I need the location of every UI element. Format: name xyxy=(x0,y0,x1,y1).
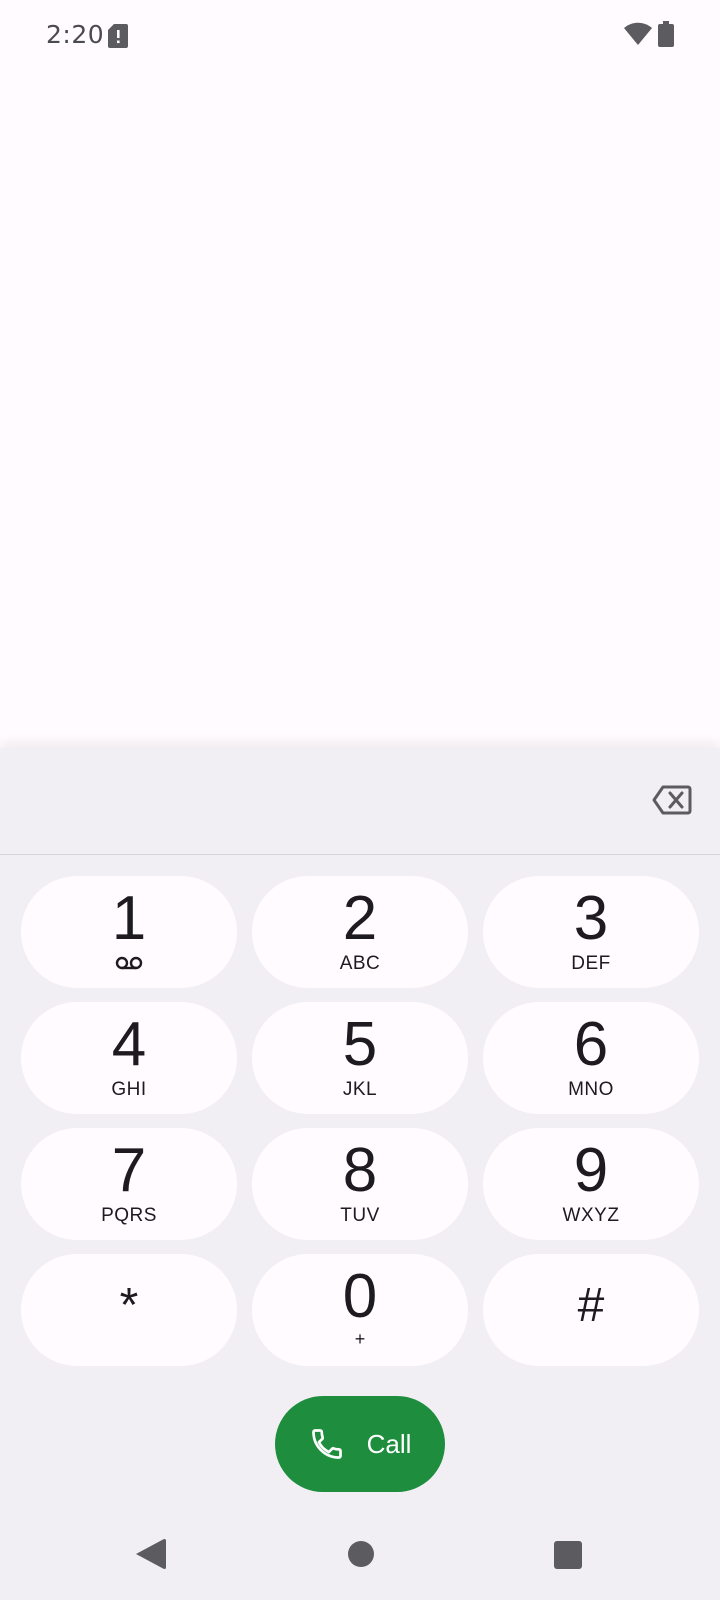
call-button[interactable]: Call xyxy=(275,1396,445,1492)
key-digit: 8 xyxy=(342,1136,378,1205)
backspace-button[interactable] xyxy=(644,772,700,828)
back-icon[interactable] xyxy=(136,1538,166,1570)
key-7[interactable]: 7 PQRS xyxy=(21,1128,237,1240)
key-letters: MNO xyxy=(568,1079,614,1100)
key-letters: GHI xyxy=(111,1079,147,1100)
key-digit: 0 xyxy=(342,1262,378,1331)
number-display xyxy=(0,748,720,855)
key-9[interactable]: 9 WXYZ xyxy=(483,1128,699,1240)
key-digit: 7 xyxy=(111,1136,147,1205)
status-bar: 2:20 xyxy=(0,0,720,72)
sim-alert-icon xyxy=(108,24,128,48)
home-icon[interactable] xyxy=(348,1541,374,1567)
key-digit: 1 xyxy=(111,884,147,953)
key-8[interactable]: 8 TUV xyxy=(252,1128,468,1240)
phone-number-input[interactable] xyxy=(40,768,624,834)
key-star[interactable]: * xyxy=(21,1254,237,1366)
key-letters: PQRS xyxy=(101,1205,157,1226)
key-4[interactable]: 4 GHI xyxy=(21,1002,237,1114)
dialpad-keys: 1 2 ABC 3 DEF 4 GHI 5 JKL 6 MNO 7 PQRS 8… xyxy=(21,876,699,1366)
battery-icon xyxy=(658,21,674,47)
key-digit: 6 xyxy=(573,1010,609,1079)
key-letters: + xyxy=(354,1329,366,1349)
key-digit: 3 xyxy=(573,884,609,953)
key-letters: WXYZ xyxy=(562,1205,620,1226)
navigation-bar xyxy=(0,1512,720,1600)
key-letters: JKL xyxy=(342,1079,378,1100)
key-digit: # xyxy=(577,1279,605,1332)
key-0[interactable]: 0 + xyxy=(252,1254,468,1366)
key-digit: * xyxy=(119,1279,139,1332)
key-letters: DEF xyxy=(571,953,611,974)
status-time: 2:20 xyxy=(46,20,105,49)
key-hash[interactable]: # xyxy=(483,1254,699,1366)
key-digit: 4 xyxy=(111,1010,147,1079)
recents-icon[interactable] xyxy=(554,1541,582,1569)
key-digit: 5 xyxy=(342,1010,378,1079)
key-digit: 2 xyxy=(342,884,378,953)
key-5[interactable]: 5 JKL xyxy=(252,1002,468,1114)
call-history-area xyxy=(0,72,720,748)
call-label: Call xyxy=(366,1428,412,1459)
key-6[interactable]: 6 MNO xyxy=(483,1002,699,1114)
backspace-icon xyxy=(652,785,692,815)
voicemail-icon xyxy=(115,956,143,970)
key-letters: TUV xyxy=(340,1205,380,1226)
phone-icon xyxy=(311,1429,342,1459)
key-1[interactable]: 1 xyxy=(21,876,237,988)
key-2[interactable]: 2 ABC xyxy=(252,876,468,988)
key-digit: 9 xyxy=(573,1136,609,1205)
dialpad-panel: 1 2 ABC 3 DEF 4 GHI 5 JKL 6 MNO 7 PQRS 8… xyxy=(0,748,720,1600)
key-letters: ABC xyxy=(339,953,381,974)
wifi-icon xyxy=(624,22,652,45)
key-3[interactable]: 3 DEF xyxy=(483,876,699,988)
